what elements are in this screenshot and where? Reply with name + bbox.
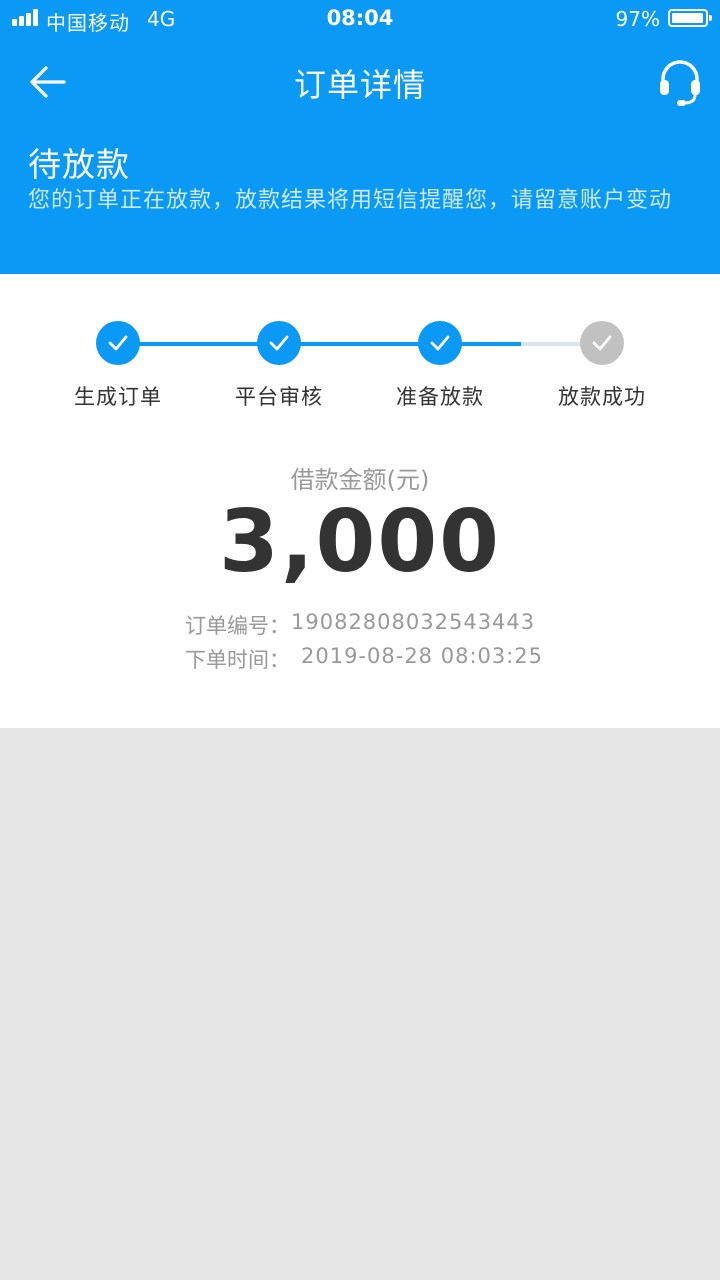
step-check-icon [96, 321, 140, 365]
battery-icon [668, 9, 712, 27]
progress-stepper: 生成订单 平台审核 准备放款 放款成功 [0, 274, 720, 424]
customer-service-button[interactable] [654, 56, 706, 108]
nav-bar: 订单详情 [0, 38, 720, 124]
progress-step-1: 生成订单 [38, 321, 198, 411]
step-label: 生成订单 [74, 385, 162, 409]
status-bar: 中国移动 4G 08:04 97% [0, 0, 720, 38]
order-number-value: 19082808032543443 [291, 610, 536, 634]
progress-step-2: 平台审核 [199, 321, 359, 411]
battery-percent: 97% [615, 7, 660, 31]
order-status-title: 待放款 [28, 145, 130, 184]
progress-step-3: 准备放款 [360, 321, 520, 411]
step-label: 放款成功 [558, 385, 646, 409]
order-time-label: 下单时间： [185, 648, 290, 672]
status-time: 08:04 [326, 6, 394, 30]
loan-amount-label: 借款金额(元) [290, 466, 430, 494]
order-time-value: 2019-08-28 08:03:25 [301, 644, 544, 668]
order-status-description: 您的订单正在放款，放款结果将用短信提醒您，请留意账户变动 [28, 188, 673, 213]
step-check-icon [418, 321, 462, 365]
loan-amount-value: 3,000 [218, 492, 502, 592]
progress-step-4: 放款成功 [522, 321, 682, 411]
step-label: 准备放款 [396, 385, 484, 409]
header-area: 中国移动 4G 08:04 97% 订单详情 待放款 您的订单正在放款，放款结果… [0, 0, 720, 274]
headset-icon [660, 60, 700, 106]
order-number-label: 订单编号： [185, 614, 290, 638]
step-check-icon [257, 321, 301, 365]
page-title: 订单详情 [293, 66, 426, 104]
order-detail-card: 生成订单 平台审核 准备放款 放款成功 借款金额(元) 3,000 订单编号： … [0, 274, 720, 728]
step-check-icon [580, 321, 624, 365]
step-label: 平台审核 [235, 385, 323, 409]
